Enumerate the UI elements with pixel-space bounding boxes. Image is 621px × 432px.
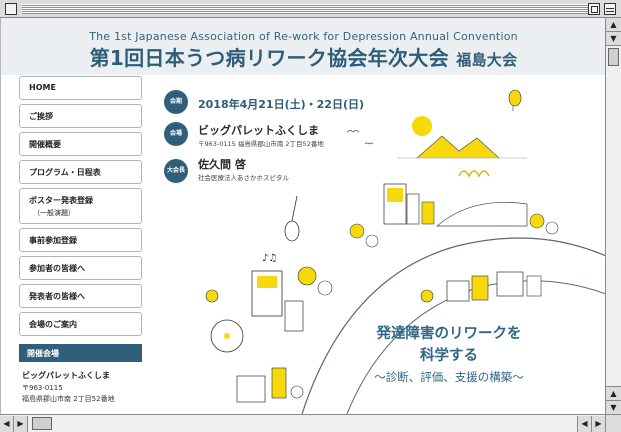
venue-heading: 開催会場: [19, 344, 142, 362]
nav-item-preregistration[interactable]: 事前参加登録: [19, 228, 142, 252]
scroll-right-arrow-icon[interactable]: ▶: [14, 416, 28, 432]
japanese-title-main: 第1回日本うつ病リワーク協会年次大会: [89, 46, 449, 70]
nav-item-participants[interactable]: 参加者の皆様へ: [19, 256, 142, 280]
venue-address: 福島県郡山市南 2丁目52番地: [22, 395, 115, 403]
window-titlebar[interactable]: [0, 0, 621, 18]
nav-sublabel: （一般演題）: [33, 209, 75, 217]
venue-badge: 会場: [164, 122, 188, 146]
nav-item-overview[interactable]: 開催概要: [19, 132, 142, 156]
nav-label: 開催概要: [29, 140, 61, 149]
zoom-box-icon[interactable]: [588, 3, 600, 15]
titlebar-stripes: [22, 4, 599, 14]
nav-label: ポスター発表登録: [29, 196, 93, 205]
nav-item-greeting[interactable]: ご挨拶: [19, 104, 142, 128]
collapse-box-icon[interactable]: [604, 3, 616, 15]
conference-theme: 発達障害のリワークを 科学する ～診断、評価、支援の構築～: [361, 323, 537, 386]
nav-item-program[interactable]: プログラム・日程表: [19, 160, 142, 184]
nav-item-venue-guide[interactable]: 会場のご案内: [19, 312, 142, 336]
theme-line-2: 科学する: [420, 348, 478, 364]
resize-grow-box[interactable]: [605, 414, 621, 432]
chair-badge: 大会長: [164, 159, 188, 183]
site-header: The 1st Japanese Association of Re-work …: [1, 18, 605, 75]
date-badge: 会期: [164, 90, 188, 114]
scroll-down-arrow-icon[interactable]: ▼: [606, 32, 621, 46]
scroll-up-arrow-icon[interactable]: ▲: [606, 18, 621, 32]
scroll-right-arrow-icon[interactable]: ▶: [591, 416, 605, 432]
venue-name: ビッグパレットふくしま: [22, 371, 110, 380]
nav-label: 事前参加登録: [29, 236, 77, 245]
close-box-icon[interactable]: [5, 3, 17, 15]
horizontal-scroll-thumb[interactable]: [32, 417, 52, 430]
page-viewport: The 1st Japanese Association of Re-work …: [0, 18, 605, 414]
nav-label: ご挨拶: [29, 112, 53, 121]
horizontal-scrollbar[interactable]: ◀ ▶ ◀ ▶: [0, 414, 605, 432]
vertical-scroll-thumb[interactable]: [608, 48, 619, 66]
vertical-scrollbar[interactable]: ▲ ▼ ▲ ▼: [605, 18, 621, 414]
venue-zip: 〒963-0115: [22, 384, 63, 392]
theme-line-1: 発達障害のリワークを: [376, 326, 522, 342]
nav-label: 発表者の皆様へ: [29, 292, 85, 301]
japanese-title: 第1回日本うつ病リワーク協会年次大会 福島大会: [1, 42, 605, 71]
nav-item-poster[interactable]: ポスター発表登録 （一般演題）: [19, 188, 142, 224]
japanese-title-sub: 福島大会: [456, 51, 518, 69]
svg-text:♪♫: ♪♫: [262, 253, 277, 264]
nav-label: 参加者の皆様へ: [29, 264, 85, 273]
scroll-left-arrow-icon[interactable]: ◀: [577, 416, 591, 432]
scroll-left-arrow-icon[interactable]: ◀: [0, 416, 14, 432]
nav-label: HOME: [29, 83, 56, 92]
scroll-up-arrow-icon[interactable]: ▲: [606, 386, 621, 400]
nav-item-presenters[interactable]: 発表者の皆様へ: [19, 284, 142, 308]
nav-item-home[interactable]: HOME: [19, 76, 142, 100]
scroll-down-arrow-icon[interactable]: ▼: [606, 400, 621, 414]
theme-line-3: ～診断、評価、支援の構築～: [374, 370, 524, 384]
nav-label: プログラム・日程表: [29, 168, 101, 177]
nav-label: 会場のご案内: [29, 320, 77, 329]
